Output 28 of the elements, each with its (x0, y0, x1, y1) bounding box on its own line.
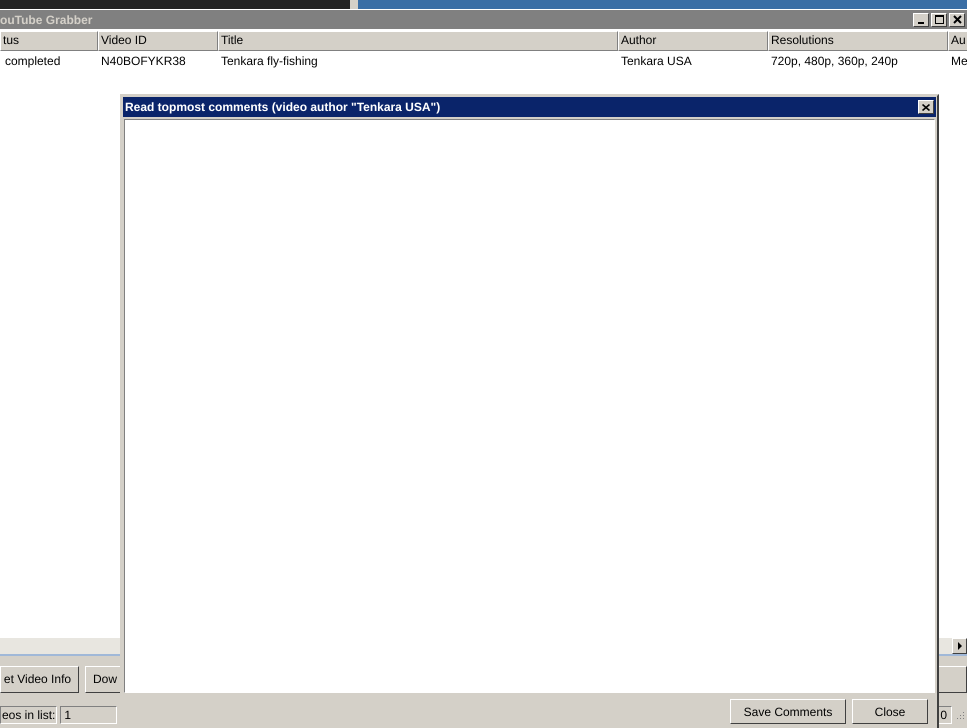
minimize-button[interactable] (913, 12, 929, 26)
close-button[interactable] (949, 12, 965, 26)
maximize-icon (934, 15, 944, 24)
close-button[interactable] (918, 100, 934, 114)
dialog-title: Read topmost comments (video author "Tenkara USA") (124, 100, 442, 114)
column-header[interactable]: Author (618, 31, 768, 51)
column-header[interactable]: tus (0, 31, 98, 51)
close-icon (952, 15, 962, 24)
column-header[interactable]: Title (218, 31, 618, 51)
window-title: ouTube Grabber (0, 12, 94, 26)
toolbar-button[interactable]: et Video Info (0, 666, 79, 692)
status-label: eos in list: (0, 706, 58, 724)
dialog-button[interactable]: Close (852, 699, 928, 724)
maximize-button[interactable] (931, 12, 947, 26)
status-field: 1 (60, 706, 118, 724)
table-cell-text: Tenkara fly-fishing (220, 53, 319, 70)
table-cell-text: 720p, 480p, 360p, 240p (770, 53, 899, 70)
column-header[interactable]: Resolutions (768, 31, 948, 51)
minimize-icon (918, 22, 924, 24)
table-cell-text: Tenkara USA (620, 53, 693, 70)
column-header[interactable]: Video ID (98, 31, 218, 51)
column-header[interactable]: Au (948, 31, 967, 51)
table-cell-text: N40BOFYKR38 (100, 53, 187, 70)
dialog-button[interactable]: Save Comments (730, 699, 846, 724)
table-cell-text: Me (950, 53, 967, 70)
right-arrow-icon (956, 642, 962, 650)
table-cell-text: completed (4, 53, 62, 70)
close-icon (922, 104, 930, 110)
